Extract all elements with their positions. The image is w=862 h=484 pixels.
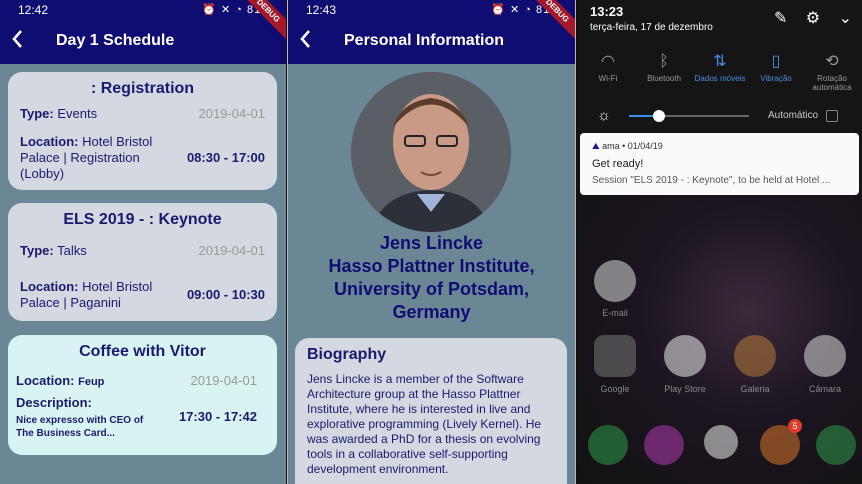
bluetooth-icon: ᛒ (659, 53, 669, 70)
tile-label: Rotação automática (812, 74, 852, 92)
event-hours: 08:30 - 17:00 (186, 150, 265, 165)
biography-card: Biography Jens Lincke is a member of the… (295, 338, 567, 484)
play-store-icon[interactable] (664, 335, 706, 377)
biography-text: Jens Lincke is a member of the Software … (307, 372, 542, 476)
speaker-name-affiliation: Jens Lincke Hasso Plattner Institute, Un… (288, 232, 575, 324)
auto-brightness-label: Automático (768, 110, 819, 121)
tile-label: Bluetooth (647, 74, 681, 83)
email-app-icon[interactable] (594, 260, 636, 302)
brightness-icon: ☼ (597, 107, 611, 124)
tile-label: Vibração (760, 74, 792, 83)
event-title: : Registration (90, 80, 195, 97)
back-arrow-icon[interactable] (298, 28, 312, 56)
notification-header: ⛰ ama • 01/04/19 (592, 141, 663, 151)
app-label: E-mail (602, 308, 628, 318)
vibration-icon: ▯ (771, 53, 781, 70)
chevron-down-icon[interactable]: ⌄ (839, 10, 852, 27)
event-location: Location: Hotel Bristol Palace | Registr… (20, 134, 153, 181)
notification-date: 01/04/19 (627, 141, 663, 151)
event-hours: 17:30 - 17:42 (178, 409, 257, 424)
tile-bluetooth[interactable]: ᛒ Bluetooth (636, 52, 692, 83)
event-location: Location: Feup (16, 373, 105, 388)
brightness-row: ☼ Automático (577, 105, 862, 127)
notification-app: ama (602, 141, 620, 151)
status-bar: 12:43 ⏰ ✕ ◔ 81% (288, 0, 575, 20)
mobile-data-icon: ⇅ (713, 53, 727, 70)
event-location: Location: Hotel Bristol Palace | Paganin… (20, 279, 153, 310)
app-bar: Personal Information (288, 20, 575, 64)
phone-app-icon[interactable] (588, 425, 628, 465)
event-card-registration[interactable]: : Registration Type: Events 2019-04-01 L… (8, 72, 277, 190)
page-title: Personal Information (344, 32, 505, 49)
affiliation-line: University of Potsdam, (333, 279, 530, 299)
event-type: Type: Talks (20, 243, 87, 258)
trash-icon[interactable] (704, 425, 738, 459)
tile-label: Dados móveis (694, 74, 746, 83)
affiliation-line: Germany (392, 302, 471, 322)
contacts-app-icon[interactable] (644, 425, 684, 465)
settings-toggle-app-icon[interactable] (816, 425, 856, 465)
event-title: Coffee with Vitor (79, 343, 206, 360)
notification-card[interactable]: ⛰ ama • 01/04/19 Get ready! Session "ELS… (580, 133, 859, 195)
status-time: 12:43 (306, 3, 337, 17)
status-bar: 12:42 ⏰ ✕ ◔ 81% (0, 0, 286, 20)
app-bar: Day 1 Schedule (0, 20, 286, 64)
tile-rotation[interactable]: ⟲ Rotação automática (804, 52, 860, 92)
notification-badge: 5 (788, 419, 802, 433)
notification-title: Get ready! (592, 158, 644, 170)
event-type: Type: Events (20, 106, 98, 121)
app-label: Câmara (808, 384, 841, 394)
speaker-photo (351, 72, 511, 232)
gallery-icon[interactable] (734, 335, 776, 377)
notification-body: Session "ELS 2019 - : Keynote", to be he… (592, 175, 831, 186)
app-label: Play Store (664, 384, 706, 394)
event-description-label: Description: (16, 395, 92, 410)
tile-vibration[interactable]: ▯ Vibração (748, 52, 804, 83)
notification-shade: 13:23 terça-feira, 17 de dezembro ✎ ⚙ ⌄ … (577, 0, 862, 484)
event-date: 2019-04-01 (198, 243, 266, 258)
biography-heading: Biography (307, 346, 387, 363)
event-date: 2019-04-01 (198, 106, 266, 121)
back-arrow-icon[interactable] (10, 28, 24, 56)
google-folder-icon[interactable] (594, 335, 636, 377)
app-label: Galeria (740, 384, 770, 394)
page-title: Day 1 Schedule (56, 32, 175, 49)
camera-icon[interactable] (804, 335, 846, 377)
tile-label: Wi-Fi (598, 74, 618, 83)
event-title: ELS 2019 - : Keynote (63, 211, 222, 228)
edit-icon[interactable]: ✎ (774, 10, 787, 27)
brightness-thumb[interactable] (653, 110, 665, 122)
tile-mobile-data[interactable]: ⇅ Dados móveis (692, 52, 748, 83)
shade-date: terça-feira, 17 de dezembro (590, 22, 713, 33)
wifi-icon: ◠ (601, 53, 615, 70)
app-icon: ⛰ (592, 141, 600, 151)
status-time: 12:42 (18, 3, 49, 17)
rotation-icon: ⟲ (825, 53, 839, 70)
shade-actions: ✎ ⚙ ⌄ (760, 8, 852, 28)
shade-time: 13:23 (590, 4, 624, 19)
event-card-coffee[interactable]: Coffee with Vitor Location: Feup 2019-04… (8, 335, 277, 455)
auto-brightness-checkbox[interactable] (826, 110, 838, 122)
speaker-name: Jens Lincke (379, 233, 484, 253)
affiliation-line: Hasso Plattner Institute, (328, 256, 535, 276)
gear-icon[interactable]: ⚙ (806, 10, 820, 27)
event-hours: 09:00 - 10:30 (186, 287, 265, 302)
event-date: 2019-04-01 (190, 373, 258, 388)
tile-wifi[interactable]: ◠ Wi-Fi (580, 52, 636, 83)
personal-info-screen: 12:43 ⏰ ✕ ◔ 81% Personal Information DEB… (288, 0, 575, 484)
schedule-screen: 12:42 ⏰ ✕ ◔ 81% Day 1 Schedule DEBUG : R… (0, 0, 286, 484)
event-card-keynote[interactable]: ELS 2019 - : Keynote Type: Talks 2019-04… (8, 203, 277, 321)
app-label: Google (600, 384, 630, 394)
event-description: Nice expresso with CEO of The Business C… (16, 415, 144, 439)
